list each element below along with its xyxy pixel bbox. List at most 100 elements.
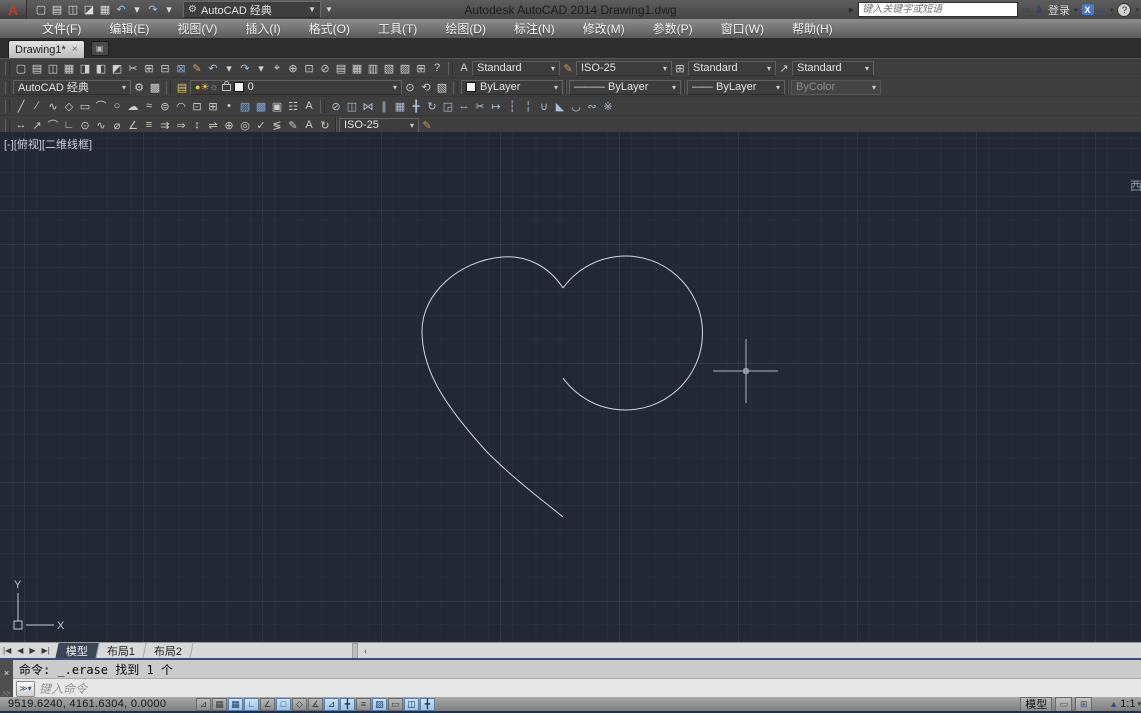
layer-lock-icon[interactable] [221, 80, 231, 91]
layout2-tab[interactable]: 布局2 [143, 643, 194, 658]
dimension-update-icon[interactable]: ↻ [317, 117, 333, 133]
user-icon[interactable]: ♟ [1034, 3, 1044, 16]
first-tab-button[interactable]: |◀ [0, 644, 14, 658]
heart-left-curve[interactable] [421, 256, 564, 518]
layout1-tab[interactable]: 布局1 [96, 643, 147, 658]
baseline-dimension-icon[interactable]: ⇉ [157, 117, 173, 133]
toolbar-grip[interactable] [5, 118, 10, 132]
multiline-text-icon[interactable]: A [301, 98, 317, 114]
dimension-style-manager-icon[interactable]: ✎ [419, 117, 435, 133]
blend-curves-icon[interactable]: ∾ [584, 98, 600, 114]
dimension-break-icon[interactable]: ⇌ [205, 117, 221, 133]
object-snap-tracking-toggle[interactable]: ∡ [308, 697, 323, 711]
make-object-layer-current-icon[interactable]: ⊙ [402, 79, 418, 95]
hscroll-left-icon[interactable]: ‹ [358, 646, 373, 656]
line-icon[interactable]: ╱ [13, 98, 29, 114]
chamfer-icon[interactable]: ◣ [552, 98, 568, 114]
layer-combo[interactable]: ● ☀ ☼ 0 ▾ [190, 79, 402, 95]
dim-style-combo[interactable]: ISO-25 ▾ [576, 60, 672, 76]
join-icon[interactable]: ∪ [536, 98, 552, 114]
exchange-apps-icon[interactable]: X [1081, 4, 1094, 15]
copy-clip-icon[interactable]: ⊞ [141, 60, 157, 76]
layer-thaw-icon[interactable]: ☀ [200, 82, 209, 93]
extend-icon[interactable]: ↦ [488, 98, 504, 114]
save-icon[interactable]: ◫ [45, 60, 61, 76]
dynamic-ucs-toggle[interactable]: ⊿ [324, 697, 339, 711]
sign-in-label[interactable]: 登录 [1048, 2, 1070, 18]
undo-icon[interactable]: ↶ [113, 2, 129, 18]
quick-dimension-icon[interactable]: ≡ [141, 117, 157, 133]
multileader-style-combo[interactable]: Standard ▾ [792, 60, 874, 76]
toolbar-grip[interactable] [5, 61, 10, 75]
tolerance-icon[interactable]: ⊕ [221, 117, 237, 133]
ellipse-icon[interactable]: ⊜ [157, 98, 173, 114]
model-tab[interactable]: 模型 [55, 643, 100, 658]
multileader-style-icon[interactable]: ↗ [776, 60, 792, 76]
paste-icon[interactable]: ⊟ [157, 60, 173, 76]
construction-line-icon[interactable]: ∕ [29, 98, 45, 114]
help-search-input[interactable] [858, 2, 1019, 17]
redo-icon[interactable]: ↷ [145, 2, 161, 18]
edit-menu[interactable]: 编辑(E) [95, 19, 163, 38]
designcenter-icon[interactable]: ▦ [349, 60, 365, 76]
workspaces-combo[interactable]: AutoCAD 经典 ▾ [13, 79, 131, 95]
save-workspace-icon[interactable]: ▩ [147, 79, 163, 95]
ellipse-arc-icon[interactable]: ◠ [173, 98, 189, 114]
arc-icon[interactable]: ⌒ [93, 98, 109, 114]
prev-tab-button[interactable]: ◀ [14, 644, 26, 658]
new-tab-button[interactable]: ▣ [90, 41, 109, 56]
coordinates-readout[interactable]: 9519.6240, 4161.6304, 0.0000 [0, 698, 196, 710]
close-icon[interactable]: × [0, 668, 13, 678]
transparency-toggle[interactable]: ▨ [372, 697, 387, 711]
selection-cycling-toggle[interactable]: ◫ [404, 697, 419, 711]
view-menu[interactable]: 视图(V) [163, 19, 231, 38]
aligned-dimension-icon[interactable]: ↗ [29, 117, 45, 133]
polar-tracking-toggle[interactable]: ∠ [260, 697, 275, 711]
quick-properties-toggle[interactable]: ▭ [388, 697, 403, 711]
table-style-icon[interactable]: ⊞ [672, 60, 688, 76]
gradient-icon[interactable]: ▩ [253, 98, 269, 114]
heart-right-circle[interactable] [562, 255, 703, 411]
undo-dropdown-icon[interactable]: ▾ [129, 2, 145, 18]
help-menu[interactable]: 帮助(H) [778, 19, 847, 38]
properties-icon[interactable]: ▤ [333, 60, 349, 76]
open-icon[interactable]: ▤ [49, 2, 65, 18]
3d-object-snap-toggle[interactable]: ◇ [292, 697, 307, 711]
model-space-canvas[interactable]: [-][俯视][二维线框] 西 Y X [0, 132, 1141, 642]
workspace-switch-dropdown[interactable]: ⚙ AutoCAD 经典 ▼ [183, 1, 321, 18]
command-window-handle[interactable]: × [0, 660, 13, 697]
polyline-icon[interactable]: ∿ [45, 98, 61, 114]
help-icon[interactable]: ? [429, 60, 445, 76]
arc-length-dimension-icon[interactable]: ⌒ [45, 117, 61, 133]
jogged-linear-icon[interactable]: ≶ [269, 117, 285, 133]
sign-in-chevron-icon[interactable]: ▾ [1074, 6, 1078, 14]
new-icon[interactable]: ▢ [33, 2, 49, 18]
rectangle-icon[interactable]: ▭ [77, 98, 93, 114]
annotation-monitor-toggle[interactable]: ╋ [420, 697, 435, 711]
explode-icon[interactable]: ※ [600, 98, 616, 114]
continue-dimension-icon[interactable]: ⇒ [173, 117, 189, 133]
grid-display-toggle[interactable]: ▦ [228, 697, 243, 711]
paste-block-icon[interactable]: ⊠ [173, 60, 189, 76]
file-menu[interactable]: 文件(F) [28, 19, 95, 38]
break-at-point-icon[interactable]: ┆ [504, 98, 520, 114]
quick-view-drawings-icon[interactable]: ⊞ [1075, 696, 1093, 712]
sheet-set-manager-icon[interactable]: ▧ [381, 60, 397, 76]
save-as-icon[interactable]: ◪ [81, 2, 97, 18]
new-icon[interactable]: ▢ [13, 60, 29, 76]
toolbar-grip[interactable] [448, 61, 453, 75]
hatch-icon[interactable]: ▨ [237, 98, 253, 114]
scale-icon[interactable]: ◲ [440, 98, 456, 114]
autocad-logo-icon[interactable]: A [0, 0, 27, 19]
search-expand-icon[interactable]: ▶ [849, 6, 854, 14]
tools-menu[interactable]: 工具(T) [364, 19, 431, 38]
linear-dimension-icon[interactable]: ↔ [13, 117, 29, 133]
angular-dimension-icon[interactable]: ∠ [125, 117, 141, 133]
point-icon[interactable]: • [221, 98, 237, 114]
binoculars-search-icon[interactable]: ∞ [1022, 4, 1030, 16]
annotation-scale-control[interactable]: ▲ 1:1 ▾ [1109, 698, 1141, 710]
object-color-combo[interactable]: ByLayer ▾ [461, 79, 563, 95]
toolbar-grip[interactable] [453, 80, 458, 94]
communication-chevron-icon[interactable]: ▾ [1110, 6, 1114, 14]
redo-dropdown-icon[interactable]: ▾ [253, 60, 269, 76]
